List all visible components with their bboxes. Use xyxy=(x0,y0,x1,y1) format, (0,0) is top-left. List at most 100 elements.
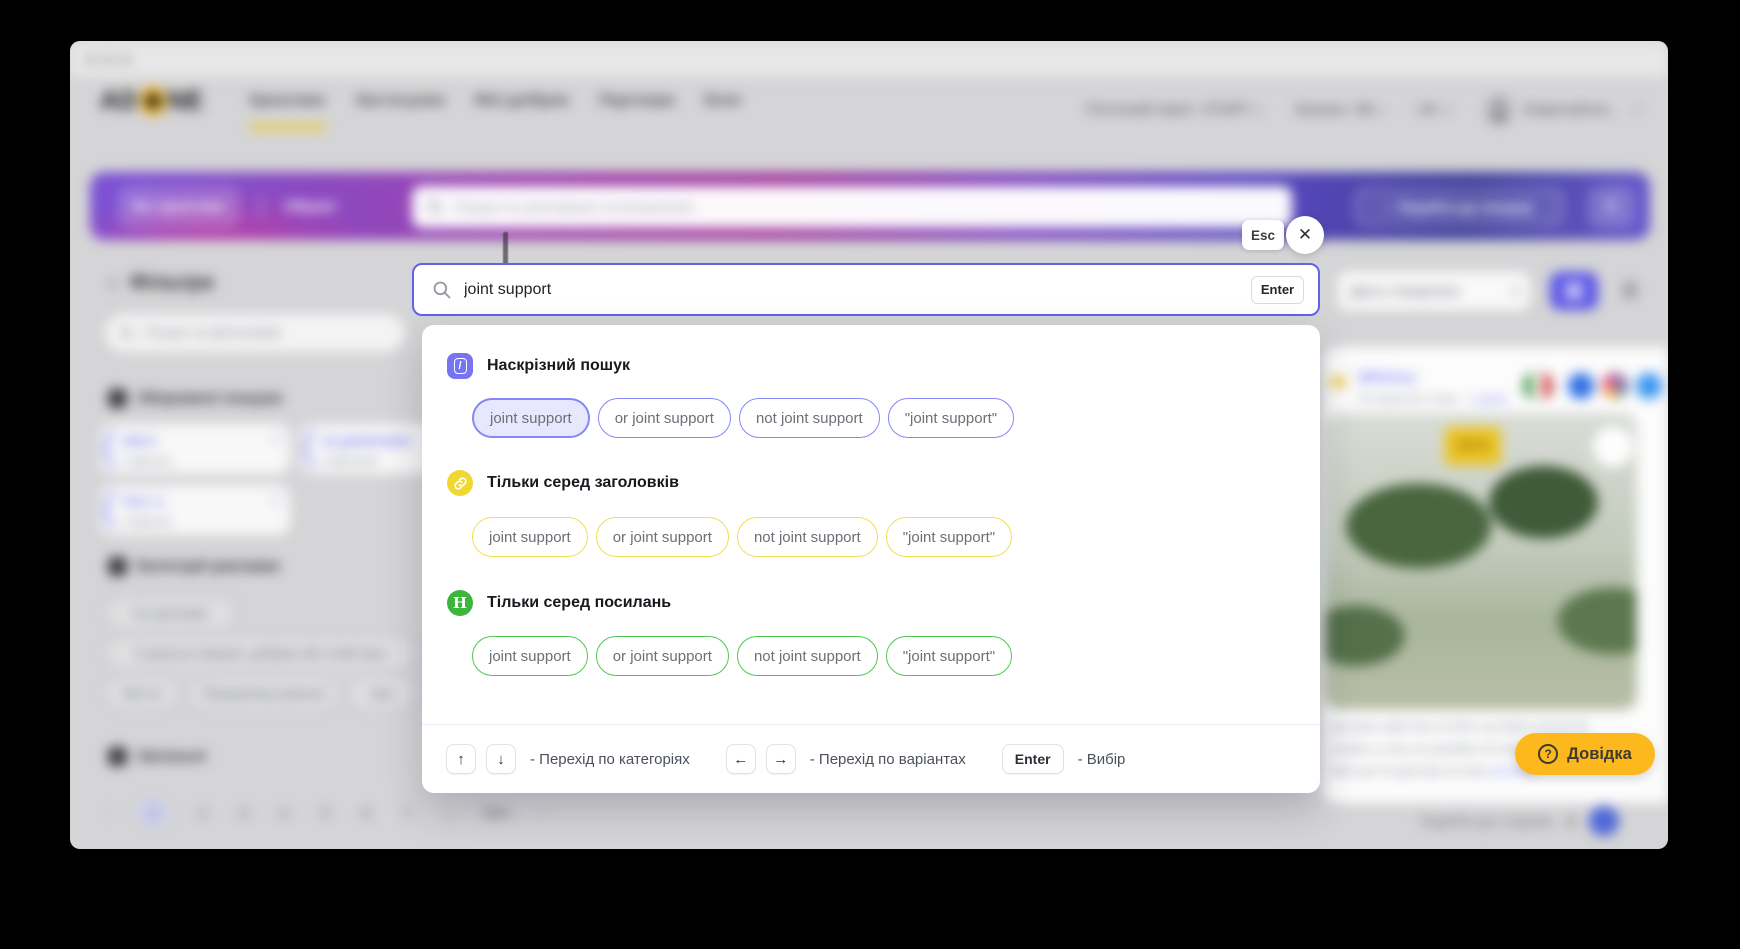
general-title: Загальні xyxy=(137,748,206,766)
arrow-key-icon: → xyxy=(766,744,796,774)
list-view-button[interactable]: ☰ xyxy=(1616,278,1644,304)
search-suggestions-panel: /Наскрізний пошукjoint supportor joint s… xyxy=(422,325,1320,793)
hint-label-1: - Перехід по варіантах xyxy=(810,751,966,768)
toolbar-search[interactable] xyxy=(412,186,1292,228)
filters-title: Фільтри xyxy=(129,271,213,295)
page-button-7[interactable]: 7 xyxy=(400,805,414,821)
search-modal-input-wrap: Enter xyxy=(412,263,1320,316)
arrow-key-icon: ↓ xyxy=(486,744,516,774)
enter-key-hint: Enter xyxy=(1251,276,1304,304)
search-modal-input[interactable] xyxy=(464,281,1239,299)
plan-selector[interactable]: Поточний пакет: START▾ xyxy=(1086,101,1262,118)
search-option-pill[interactable]: joint support xyxy=(472,398,590,438)
logo-eye-icon xyxy=(140,86,166,116)
category-chip[interactable]: Працевлаштування xyxy=(189,677,339,710)
help-button[interactable]: ? Довідка xyxy=(1515,733,1655,775)
saved-search-name[interactable]: Авто xyxy=(122,432,280,448)
main-nav: Креативи Застосунки Мої добірки Партнери Бло… xyxy=(250,92,743,116)
help-label: Довідка xyxy=(1567,745,1632,764)
balance-selector[interactable]: Баланс: 0$▾ xyxy=(1296,101,1384,118)
language-selector[interactable]: UK ▾ xyxy=(1417,101,1449,118)
page-button-999+[interactable]: 999+ xyxy=(482,805,514,821)
nav-item-1[interactable]: Застосунки xyxy=(355,92,445,116)
general-header: Загальні xyxy=(108,747,206,766)
ad-meta-link[interactable]: 1 день xyxy=(1469,391,1509,406)
favorites-tab[interactable]: Обрані xyxy=(284,198,336,215)
telegram-icon[interactable] xyxy=(1634,371,1664,401)
go-back-label: Перейти до пошуку xyxy=(1398,199,1533,215)
search-icon xyxy=(119,325,135,341)
saved-search-card[interactable]: (Тест 11 фільтр✕ xyxy=(100,485,290,535)
filters-search[interactable] xyxy=(105,314,405,352)
language-label: UK xyxy=(1417,101,1438,118)
all-ads-option[interactable]: Усі реклами xyxy=(105,597,235,630)
nav-item-0[interactable]: Креативи xyxy=(250,92,325,116)
arrow-key-icon: ← xyxy=(726,744,756,774)
toolbar-search-input[interactable] xyxy=(454,199,1278,216)
user-menu[interactable]: shapovalova... ▾ xyxy=(1484,94,1640,124)
search-option-pill[interactable]: "joint support" xyxy=(886,636,1012,676)
goto-page: Перейти до сторінки 1 › xyxy=(1420,806,1619,836)
link-glyph xyxy=(453,476,468,491)
remove-icon[interactable]: ✕ xyxy=(271,493,281,507)
username-label: shapovalova... xyxy=(1523,101,1620,118)
goto-page-value[interactable]: 1 xyxy=(1567,813,1575,829)
collapse-sidebar-icon[interactable]: « xyxy=(108,273,117,293)
ad-more-button[interactable]: ⋯ xyxy=(1593,427,1633,467)
logo-text-right: NE xyxy=(167,85,204,116)
search-option-pill[interactable]: joint support xyxy=(472,636,588,676)
traffic-light-close[interactable] xyxy=(86,54,97,65)
ad-image[interactable]: 20% ⋯ xyxy=(1325,413,1637,710)
nav-item-2[interactable]: Мої добірки xyxy=(475,92,569,116)
chevron-down-icon: ▾ xyxy=(1444,105,1450,117)
page-button-5[interactable]: 5 xyxy=(318,805,332,821)
page-button-4[interactable]: 4 xyxy=(277,805,291,821)
page-button-...[interactable]: ... xyxy=(441,805,455,821)
next-page-button[interactable]: › xyxy=(541,804,546,822)
saved-search-card[interactable]: (Авто1 фільтр✕ xyxy=(100,424,290,474)
category-chip[interactable]: Кре xyxy=(349,677,415,710)
page-button-6[interactable]: 6 xyxy=(359,805,373,821)
facebook-icon[interactable] xyxy=(1566,371,1596,401)
traffic-light-zoom[interactable] xyxy=(120,54,131,65)
categories-line-option[interactable]: Соціальні мережі, добірки або пойнтери xyxy=(105,637,415,670)
prev-page-button[interactable]: ‹ xyxy=(106,804,111,822)
search-category-label: Тільки серед заголовків xyxy=(487,474,679,492)
ad-title-link[interactable]: Whitney xyxy=(1358,369,1416,386)
bookmark-icon xyxy=(108,389,127,408)
search-option-pill[interactable]: joint support xyxy=(472,517,588,557)
nav-item-4[interactable]: Блог xyxy=(705,92,743,116)
filters-search-input[interactable] xyxy=(144,325,391,341)
settings-icon xyxy=(108,747,127,766)
creatives-toolbar: Всі креативи Обрані ‹ Перейти до пошуку … xyxy=(90,172,1650,240)
search-option-pill[interactable]: or joint support xyxy=(596,517,729,557)
page-button-2[interactable]: 2 xyxy=(195,805,209,821)
search-option-pill[interactable]: or joint support xyxy=(598,398,731,438)
search-options-row-1: joint supportor joint supportnot joint s… xyxy=(472,517,1012,557)
saved-search-name[interactable]: Тест 1 xyxy=(122,493,280,509)
question-icon: ? xyxy=(1538,744,1558,764)
close-search-button[interactable]: ✕ xyxy=(1286,216,1324,254)
toolbar-menu-button[interactable]: ☰ xyxy=(1590,188,1632,226)
instagram-icon[interactable] xyxy=(1600,371,1630,401)
goto-page-button[interactable]: › xyxy=(1589,806,1619,836)
search-option-pill[interactable]: not joint support xyxy=(737,517,878,557)
remove-icon[interactable]: ✕ xyxy=(271,432,281,446)
nav-item-3[interactable]: Партнери xyxy=(599,92,675,116)
search-option-pill[interactable]: not joint support xyxy=(739,398,880,438)
grid-view-button[interactable] xyxy=(1550,272,1598,310)
category-chip[interactable]: Жетти xyxy=(105,677,179,710)
page-button-3[interactable]: 3 xyxy=(236,805,250,821)
search-option-pill[interactable]: "joint support" xyxy=(886,517,1012,557)
traffic-light-minimize[interactable] xyxy=(103,54,114,65)
all-creatives-button[interactable]: Всі креативи xyxy=(120,188,238,226)
menu-icon: ☰ xyxy=(1604,197,1618,217)
go-back-button[interactable]: ‹ Перейти до пошуку xyxy=(1355,188,1563,226)
page-button-1[interactable]: 1 xyxy=(138,798,168,828)
search-option-pill[interactable]: "joint support" xyxy=(888,398,1014,438)
search-category-header-2: HТільки серед посилань xyxy=(447,590,671,616)
slash-glyph: / xyxy=(454,358,467,374)
search-option-pill[interactable]: not joint support xyxy=(737,636,878,676)
sort-select[interactable]: Дата створення ▾ xyxy=(1338,272,1530,310)
search-option-pill[interactable]: or joint support xyxy=(596,636,729,676)
